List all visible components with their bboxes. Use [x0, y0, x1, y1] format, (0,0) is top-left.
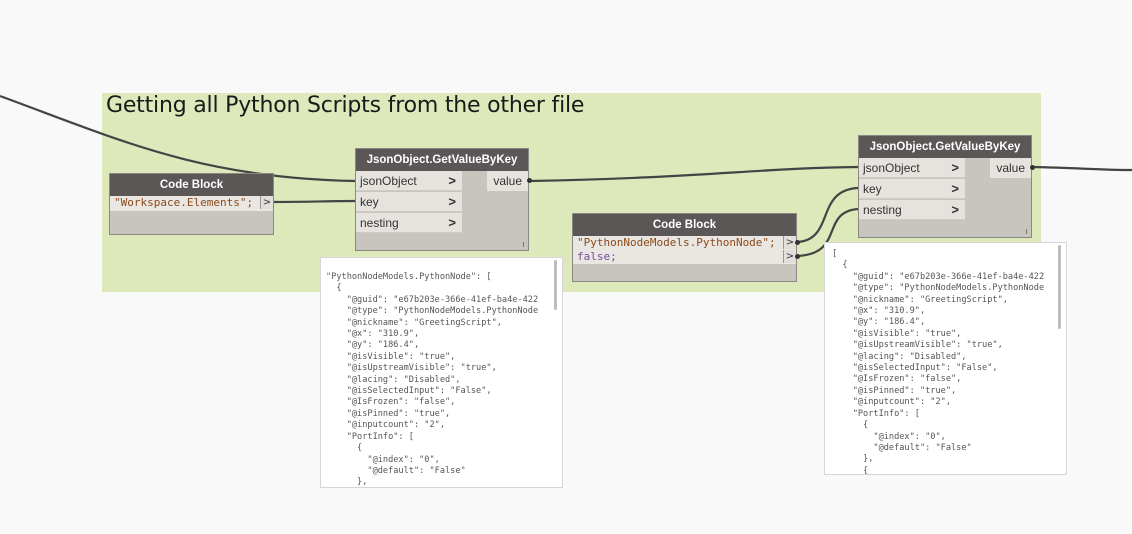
code-block-2-editor[interactable]: "PythonNodeModels.PythonNode"; > false; > [573, 236, 796, 264]
code-block-1-output-port[interactable]: > [260, 196, 273, 209]
chevron-right-icon: > [951, 202, 959, 217]
preview-1-scrollbar[interactable] [554, 260, 557, 310]
chevron-right-icon: > [448, 194, 456, 209]
preview-2-content: [ { "@guid": "e67b203e-366e-41ef-ba4e-42… [832, 249, 1045, 475]
code-block-2-line-1[interactable]: "PythonNodeModels.PythonNode"; [577, 236, 776, 249]
preview-1-content: "PythonNodeModels.PythonNode": [ { "@gui… [326, 272, 539, 488]
output-port-value[interactable]: value [990, 158, 1031, 178]
wire-connector-dot [795, 240, 800, 245]
preview-2-scrollbar[interactable] [1058, 245, 1061, 329]
wire-outgoing [1032, 165, 1132, 172]
getvaluebykey-1-header[interactable]: JsonObject.GetValueByKey [356, 149, 528, 171]
input-port-jsonobject[interactable]: jsonObject > [356, 171, 462, 191]
input-port-key[interactable]: key > [859, 179, 965, 199]
chevron-right-icon: > [448, 215, 456, 230]
chevron-right-icon: > [448, 173, 456, 188]
code-block-2-line-2[interactable]: false; [577, 250, 617, 263]
chevron-right-icon: > [951, 160, 959, 175]
wire-connector-dot [1030, 165, 1035, 170]
code-block-node-2[interactable]: Code Block "PythonNodeModels.PythonNode"… [572, 213, 797, 282]
group-title[interactable]: Getting all Python Scripts from the othe… [106, 93, 584, 118]
resize-grip-icon[interactable] [523, 242, 524, 247]
code-block-1-editor[interactable]: "Workspace.Elements"; > [110, 196, 273, 211]
code-block-1-line[interactable]: "Workspace.Elements"; [114, 196, 253, 209]
getvaluebykey-2-header[interactable]: JsonObject.GetValueByKey [859, 136, 1031, 158]
wire-connector-dot [527, 178, 532, 183]
output-port-value[interactable]: value [487, 171, 528, 191]
input-port-nesting[interactable]: nesting > [859, 200, 965, 220]
input-port-jsonobject[interactable]: jsonObject > [859, 158, 965, 178]
input-port-key[interactable]: key > [356, 192, 462, 212]
watch-preview-2[interactable]: [ { "@guid": "e67b203e-366e-41ef-ba4e-42… [824, 242, 1067, 475]
wire-connector-dot [795, 254, 800, 259]
code-block-1-header[interactable]: Code Block [110, 174, 273, 196]
getvaluebykey-node-2[interactable]: JsonObject.GetValueByKey jsonObject > val… [858, 135, 1032, 238]
input-port-nesting[interactable]: nesting > [356, 213, 462, 233]
code-block-node-1[interactable]: Code Block "Workspace.Elements"; > [109, 173, 274, 235]
getvaluebykey-node-1[interactable]: JsonObject.GetValueByKey jsonObject > val… [355, 148, 529, 251]
watch-preview-1[interactable]: "PythonNodeModels.PythonNode": [ { "@gui… [320, 257, 563, 488]
code-block-2-header[interactable]: Code Block [573, 214, 796, 236]
chevron-right-icon: > [951, 181, 959, 196]
resize-grip-icon[interactable] [1026, 229, 1027, 234]
